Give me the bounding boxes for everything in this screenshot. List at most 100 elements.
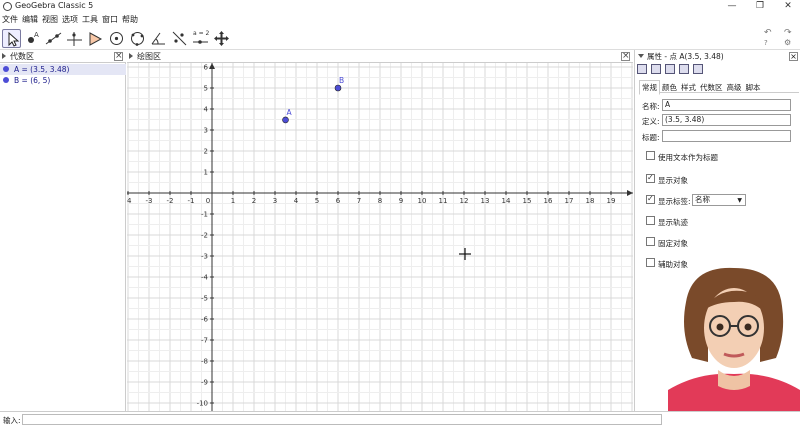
collapse-triangle-icon[interactable]: [638, 54, 644, 58]
tab-scripting[interactable]: 脚本: [744, 81, 763, 94]
algebra-item-label: A = (3.5, 3.48): [14, 65, 70, 74]
undo-button[interactable]: ↶: [764, 28, 772, 38]
x-tick-label: 11: [439, 197, 448, 205]
points-icon[interactable]: [651, 64, 661, 74]
x-tick-label: 1: [231, 197, 235, 205]
move-graphics-view-icon: [214, 31, 229, 46]
help-button[interactable]: ?: [764, 39, 768, 47]
presenter-avatar: [668, 262, 800, 426]
close-window-button[interactable]: ✕: [776, 0, 800, 13]
circle-three-points-tool-button[interactable]: [128, 29, 147, 48]
properties-tabs: 常规 颜色 样式 代数区 高级 脚本: [639, 80, 799, 95]
x-tick-label: 5: [315, 197, 319, 205]
algebra-settings-icon[interactable]: [665, 64, 675, 74]
name-field[interactable]: A: [662, 99, 791, 111]
tab-color[interactable]: 颜色: [660, 81, 679, 94]
tab-basic[interactable]: 常规: [639, 80, 660, 95]
input-field[interactable]: [22, 414, 662, 425]
tab-style[interactable]: 样式: [679, 81, 698, 94]
y-tick-label: 2: [204, 148, 208, 156]
menu-tools[interactable]: 工具: [80, 13, 100, 26]
menu-file[interactable]: 文件: [0, 13, 20, 26]
input-label: 输入:: [3, 416, 21, 425]
point-tool-button[interactable]: A: [23, 29, 42, 48]
circle-tool-button[interactable]: [107, 29, 126, 48]
perpendicular-line-icon: [67, 32, 82, 46]
visibility-toggle-icon[interactable]: [3, 77, 9, 83]
reflect-line-icon: [172, 31, 187, 46]
graphics-view-header: 绘图区 ×: [127, 50, 633, 63]
perpendicular-tool-button[interactable]: [65, 29, 84, 48]
algebra-item-a[interactable]: A = (3.5, 3.48): [0, 64, 126, 75]
close-properties-button[interactable]: ×: [789, 52, 798, 61]
settings-button[interactable]: ⚙: [784, 38, 791, 47]
y-tick-label: -8: [201, 358, 208, 366]
close-graphics-view-button[interactable]: ×: [621, 52, 630, 61]
menu-bar: 文件 编辑 视图 选项 工具 窗口 帮助: [0, 13, 800, 26]
algebra-view-title: 代数区: [10, 52, 34, 61]
tab-advanced[interactable]: 高级: [725, 81, 744, 94]
y-tick-label: 1: [204, 169, 208, 177]
y-tick-label: -2: [201, 232, 208, 240]
definition-field[interactable]: (3.5, 3.48): [662, 114, 791, 126]
show-label-checkbox[interactable]: [646, 194, 655, 204]
y-tick-label: 4: [204, 106, 209, 114]
layout-icon[interactable]: [693, 64, 703, 74]
definition-label: 定义:: [642, 117, 660, 126]
tab-algebra[interactable]: 代数区: [698, 81, 725, 94]
slider-tool-button[interactable]: a = 2: [191, 29, 210, 48]
restore-button[interactable]: ❐: [748, 0, 772, 13]
show-object-checkbox[interactable]: [646, 173, 655, 183]
menu-options[interactable]: 选项: [60, 13, 80, 26]
fix-object-checkbox[interactable]: [646, 237, 655, 246]
show-object-label: 显示对象: [658, 176, 688, 185]
cursor-arrow-icon: [8, 31, 20, 47]
auxiliary-object-checkbox[interactable]: [646, 258, 655, 267]
name-label: 名称:: [642, 102, 660, 111]
y-tick-label: 6: [204, 64, 209, 72]
move-tool-button[interactable]: [2, 29, 21, 48]
y-tick-label: -6: [201, 316, 209, 324]
y-tick-label: -9: [201, 379, 208, 387]
caption-field[interactable]: [662, 130, 791, 142]
menu-window[interactable]: 窗口: [100, 13, 120, 26]
y-tick-label: 5: [204, 85, 208, 93]
close-algebra-view-button[interactable]: ×: [114, 52, 123, 61]
graphics-view-canvas[interactable]: -4-3-2-101234567891011121314151617181965…: [127, 63, 633, 411]
point-icon: A: [28, 31, 39, 43]
caption-label: 标题:: [642, 133, 660, 142]
line-tool-button[interactable]: [44, 29, 63, 48]
x-tick-label: 3: [273, 197, 277, 205]
object-type-icons: [637, 64, 707, 75]
minimize-button[interactable]: —: [720, 0, 744, 13]
polygon-icon: [89, 32, 103, 46]
text-icon[interactable]: [679, 64, 689, 74]
menu-help[interactable]: 帮助: [120, 13, 140, 26]
angle-icon: [151, 32, 165, 45]
circle-three-points-icon: [131, 32, 144, 46]
visibility-toggle-icon[interactable]: [3, 66, 9, 72]
show-trace-checkbox[interactable]: [646, 216, 655, 225]
algebra-item-b[interactable]: B = (6, 5): [0, 75, 126, 86]
label-mode-select[interactable]: 名称 ▼: [692, 194, 746, 206]
menu-view[interactable]: 视图: [40, 13, 60, 26]
x-tick-label: 2: [252, 197, 256, 205]
point-b[interactable]: [334, 84, 342, 92]
y-tick-label: -1: [201, 211, 208, 219]
graphics-settings-icon[interactable]: [637, 64, 647, 74]
menu-edit[interactable]: 编辑: [20, 13, 40, 26]
toolbar: A a = 2 ↶ ↷ ? ⚙: [0, 26, 800, 50]
collapse-triangle-icon[interactable]: [2, 53, 6, 59]
coordinate-plane[interactable]: -4-3-2-101234567891011121314151617181965…: [127, 63, 633, 411]
x-tick-label: -3: [146, 197, 153, 205]
collapse-triangle-icon[interactable]: [129, 53, 133, 59]
x-tick-label: 15: [523, 197, 532, 205]
point-a[interactable]: [282, 116, 289, 124]
reflect-tool-button[interactable]: [170, 29, 189, 48]
move-graphics-tool-button[interactable]: [212, 29, 231, 48]
angle-tool-button[interactable]: [149, 29, 168, 48]
fix-object-label: 固定对象: [658, 239, 688, 248]
redo-button[interactable]: ↷: [784, 28, 792, 38]
use-text-as-caption-checkbox[interactable]: [646, 151, 655, 160]
polygon-tool-button[interactable]: [86, 29, 105, 48]
